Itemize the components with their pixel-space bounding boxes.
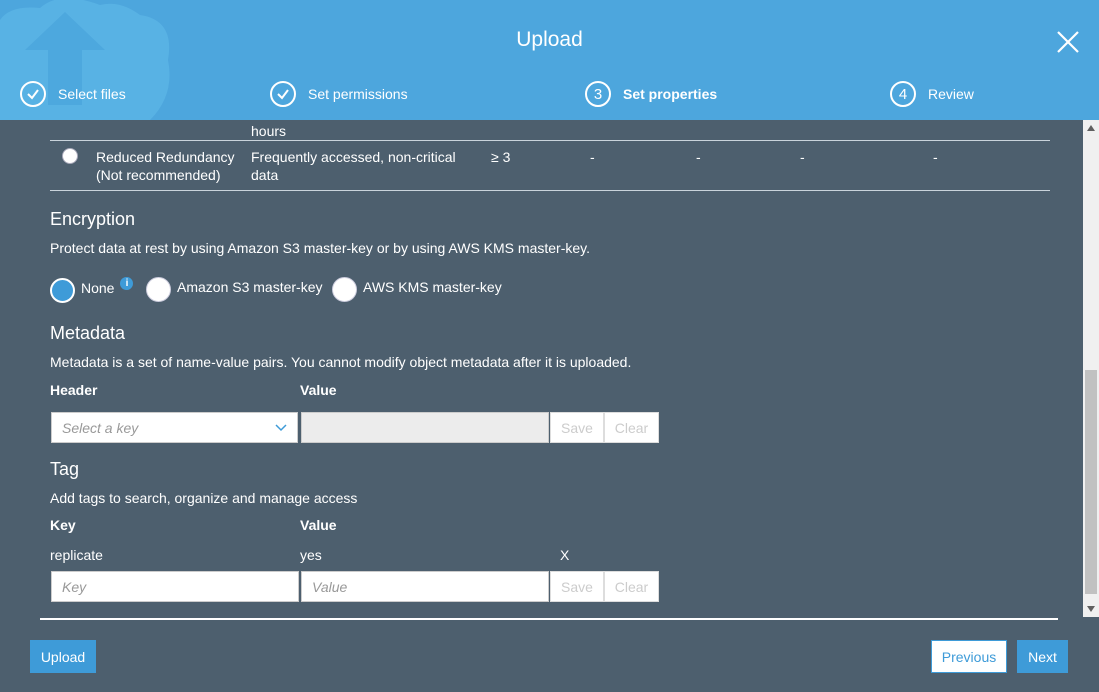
- metadata-value-input[interactable]: [301, 412, 549, 443]
- step-label: Select files: [58, 86, 126, 102]
- metadata-value-column: Value: [300, 382, 337, 398]
- radio-unselected[interactable]: [332, 277, 357, 302]
- dialog-title: Upload: [516, 28, 583, 51]
- step-review[interactable]: 4 Review: [890, 80, 974, 108]
- check-icon: [20, 81, 46, 107]
- encryption-option-kms-master-key[interactable]: AWS KMS master-key: [332, 274, 502, 302]
- footer-divider: [40, 618, 1058, 620]
- step-number: 3: [585, 81, 611, 107]
- scroll-down-arrow-icon[interactable]: [1087, 606, 1095, 612]
- tag-save-button[interactable]: Save: [550, 571, 604, 602]
- tag-remove-button[interactable]: X: [560, 546, 569, 564]
- tag-clear-button[interactable]: Clear: [604, 571, 659, 602]
- previous-button[interactable]: Previous: [931, 640, 1007, 673]
- tag-key-input[interactable]: [51, 571, 299, 602]
- scroll-up-arrow-icon[interactable]: [1087, 125, 1095, 131]
- close-icon[interactable]: [1055, 29, 1081, 55]
- step-label: Set permissions: [308, 86, 408, 102]
- upload-button[interactable]: Upload: [30, 640, 96, 673]
- table-divider: [50, 140, 1050, 141]
- metadata-header-column: Header: [50, 382, 98, 398]
- encryption-description: Protect data at rest by using Amazon S3 …: [50, 240, 590, 256]
- encryption-option-s3-master-key[interactable]: Amazon S3 master-key: [146, 274, 323, 302]
- storage-class-cell: -: [933, 149, 938, 165]
- chevron-down-icon: [275, 424, 287, 432]
- storage-class-radio-reduced-redundancy[interactable]: [62, 148, 78, 164]
- storage-class-cell: -: [696, 149, 701, 165]
- step-set-properties[interactable]: 3 Set properties: [585, 80, 717, 108]
- storage-class-partial-cell: hours: [251, 123, 287, 139]
- tag-value-input[interactable]: [301, 571, 549, 602]
- vertical-scrollbar[interactable]: [1083, 120, 1099, 617]
- storage-class-az: ≥ 3: [491, 149, 511, 165]
- step-set-permissions[interactable]: Set permissions: [270, 80, 408, 108]
- scrollbar-thumb[interactable]: [1085, 370, 1097, 594]
- radio-selected[interactable]: [50, 278, 75, 303]
- step-select-files[interactable]: Select files: [20, 80, 126, 108]
- properties-panel: hours Reduced Redundancy (Not recommende…: [0, 120, 1083, 617]
- storage-class-use-case: Frequently accessed, non-critical data: [251, 149, 456, 183]
- metadata-clear-button[interactable]: Clear: [604, 412, 659, 443]
- encryption-option-none[interactable]: None i: [50, 275, 134, 303]
- next-button[interactable]: Next: [1017, 640, 1068, 673]
- step-number: 4: [890, 81, 916, 107]
- encryption-title: Encryption: [50, 209, 136, 229]
- storage-class-name: Reduced Redundancy (Not recommended): [96, 149, 235, 183]
- step-label: Review: [928, 86, 974, 102]
- table-divider: [50, 190, 1050, 191]
- radio-unselected[interactable]: [146, 277, 171, 302]
- tag-key-column: Key: [50, 517, 76, 533]
- dialog-header: Upload Select files Set permissions 3 Se…: [0, 0, 1099, 120]
- metadata-description: Metadata is a set of name-value pairs. Y…: [50, 354, 632, 370]
- info-icon[interactable]: i: [120, 277, 134, 290]
- storage-class-cell: -: [590, 149, 595, 165]
- check-icon: [270, 81, 296, 107]
- tag-description: Add tags to search, organize and manage …: [50, 490, 358, 506]
- metadata-title: Metadata: [50, 323, 126, 343]
- tag-row-value: yes: [300, 547, 322, 563]
- tag-title: Tag: [50, 459, 80, 479]
- tag-value-column: Value: [300, 517, 337, 533]
- tag-row-key: replicate: [50, 547, 103, 563]
- metadata-key-select[interactable]: Select a key: [51, 412, 298, 443]
- step-label: Set properties: [623, 86, 718, 102]
- metadata-save-button[interactable]: Save: [550, 412, 604, 443]
- storage-class-cell: -: [800, 149, 805, 165]
